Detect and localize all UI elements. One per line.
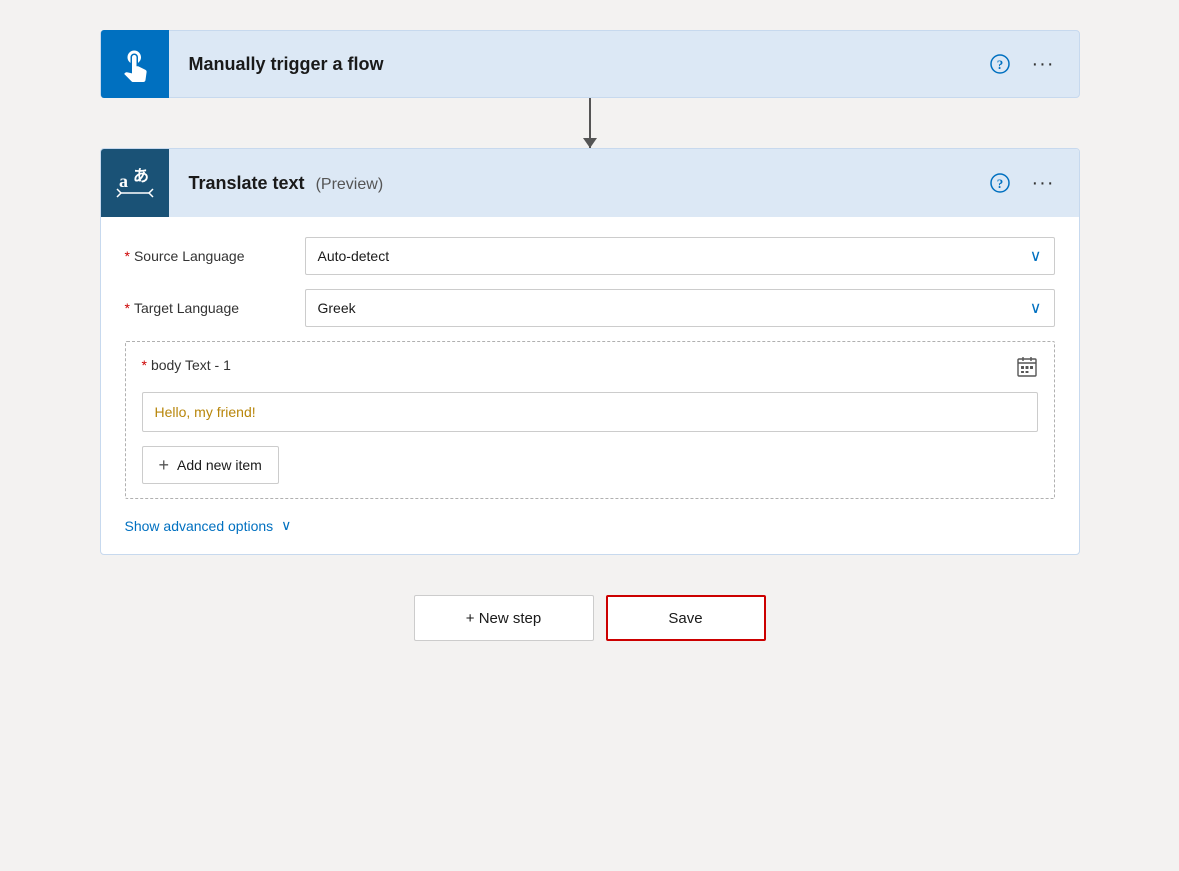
touch-svg-icon — [117, 46, 153, 82]
translate-title-text: Translate text — [189, 173, 305, 193]
trigger-help-button[interactable]: ? — [986, 50, 1014, 78]
target-language-select[interactable]: Greek ∨ — [305, 289, 1055, 327]
calendar-svg-icon — [1016, 356, 1038, 378]
source-language-row: *Source Language Auto-detect ∨ — [125, 237, 1055, 275]
advanced-options-chevron-icon: ∨ — [281, 517, 291, 534]
source-language-label: *Source Language — [125, 248, 305, 264]
source-required-star: * — [125, 248, 130, 264]
show-advanced-options-link[interactable]: Show advanced options — [125, 518, 274, 534]
body-text-section: *body Text - 1 — [125, 341, 1055, 499]
flow-connector — [589, 98, 591, 148]
bottom-actions: + New step Save — [414, 595, 766, 641]
translate-help-icon: ? — [990, 173, 1010, 193]
translate-more-button[interactable]: ··· — [1026, 168, 1061, 199]
save-button[interactable]: Save — [606, 595, 766, 641]
add-item-plus-icon: + — [159, 455, 170, 476]
trigger-card: Manually trigger a flow ? ··· — [100, 30, 1080, 98]
target-language-label: *Target Language — [125, 300, 305, 316]
advanced-options-section: Show advanced options ∨ — [125, 517, 1055, 534]
translate-help-button[interactable]: ? — [986, 169, 1014, 197]
translate-card-body: *Source Language Auto-detect ∨ *Target L… — [101, 217, 1079, 554]
body-text-required-star: * — [142, 357, 147, 373]
translate-icon-container: a あ — [101, 149, 169, 217]
source-language-chevron: ∨ — [1030, 246, 1042, 266]
svg-text:あ: あ — [133, 167, 149, 185]
body-text-label: *body Text - 1 — [142, 357, 231, 373]
trigger-icon — [101, 30, 169, 98]
translate-title: Translate text (Preview) — [169, 173, 986, 194]
svg-text:?: ? — [996, 57, 1003, 72]
translate-svg-icon: a あ — [101, 149, 169, 217]
translate-card: a あ Translate text (Preview) ? — [100, 148, 1080, 555]
target-required-star: * — [125, 300, 130, 316]
source-language-value: Auto-detect — [318, 248, 390, 264]
trigger-title: Manually trigger a flow — [169, 54, 986, 75]
svg-text:?: ? — [996, 176, 1003, 191]
trigger-actions: ? ··· — [986, 49, 1079, 80]
translate-preview-label: (Preview) — [316, 176, 384, 193]
connector-arrow — [589, 98, 591, 148]
trigger-more-button[interactable]: ··· — [1026, 49, 1061, 80]
target-language-row: *Target Language Greek ∨ — [125, 289, 1055, 327]
translate-card-header: a あ Translate text (Preview) ? — [101, 149, 1079, 217]
svg-text:a: a — [119, 171, 128, 191]
source-language-select[interactable]: Auto-detect ∨ — [305, 237, 1055, 275]
target-language-value: Greek — [318, 300, 356, 316]
target-language-chevron: ∨ — [1030, 298, 1042, 318]
add-new-item-button[interactable]: + Add new item — [142, 446, 279, 484]
new-step-button[interactable]: + New step — [414, 595, 594, 641]
calendar-icon[interactable] — [1016, 356, 1038, 384]
body-text-input[interactable] — [142, 392, 1038, 432]
body-text-header: *body Text - 1 — [142, 356, 1038, 384]
translate-actions: ? ··· — [986, 168, 1079, 199]
translate-icon-svg: a あ — [113, 161, 157, 205]
help-circle-icon: ? — [990, 54, 1010, 74]
add-item-label: Add new item — [177, 457, 262, 473]
